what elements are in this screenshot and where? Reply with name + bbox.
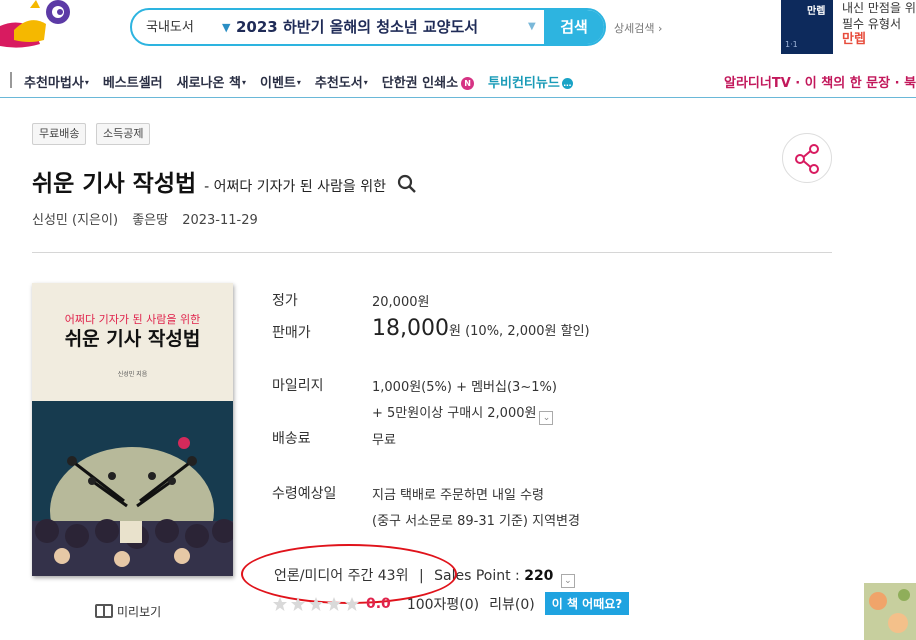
search-button[interactable]: 검색 — [544, 10, 604, 44]
ad-book-image[interactable]: 만렙 1·1 — [781, 0, 833, 54]
list-price-label: 정가 — [272, 293, 298, 309]
nav-right-links[interactable]: 알라디너TV · 이 책의 한 문장 · 북 — [724, 72, 916, 91]
delivery-line-2[interactable]: (중구 서소문로 89-31 기준) 지역변경 — [372, 510, 580, 529]
sales-point-value: 220 — [524, 568, 554, 584]
more-badge: … — [561, 78, 573, 89]
sale-price: 18,000 — [372, 316, 449, 341]
mileage-label: 마일리지 — [272, 378, 324, 394]
delivery-label: 수령예상일 — [272, 486, 337, 502]
short-review-link[interactable]: 100자평(0) — [407, 594, 479, 614]
book-meta: 신성민 (지은이) 좋은땅 2023-11-29 — [32, 209, 268, 228]
star-icon — [345, 596, 359, 611]
nav-item-new-books[interactable]: 새로나온 책▾ — [177, 72, 246, 91]
tag-tax-deduction: 소득공제 — [96, 123, 151, 145]
nav-item-recommend-wizard[interactable]: 추천마법사▾ — [24, 72, 89, 91]
star-icon — [327, 596, 341, 611]
book-author-link[interactable]: 신성민 (지은이) — [32, 213, 118, 228]
shipping-value: 무료 — [372, 433, 396, 448]
cover-illustration — [32, 401, 233, 576]
main-nav: 추천마법사▾ 베스트셀러 새로나온 책▾ 이벤트▾ 추천도서▾ 단한권 인쇄소 N… — [0, 60, 916, 98]
share-icon — [795, 144, 819, 174]
ad-line-1: 내신 만점을 위한 — [842, 1, 916, 15]
star-icon — [291, 596, 305, 611]
book-cover[interactable]: 어쩌다 기자가 된 사람을 위한 쉬운 기사 작성법 신성민 지음 — [32, 283, 233, 576]
preview-link[interactable]: 미리보기 — [95, 603, 161, 620]
chevron-down-icon[interactable]: ⌄ — [539, 411, 554, 425]
search-icon[interactable] — [397, 174, 417, 194]
nav-divider — [10, 72, 12, 88]
book-subtitle: - 어쩌다 기자가 된 사람을 위한 — [204, 179, 387, 195]
sale-price-label: 판매가 — [272, 325, 311, 341]
delivery-line-1: 지금 택배로 주문하면 내일 수령 — [372, 488, 545, 503]
search-bar: 국내도서 ▼ 2023 하반기 올해의 청소년 교양도서 ▼ 검색 — [130, 8, 606, 46]
nav-item-tobecontinued[interactable]: 투비컨티뉴드… — [488, 72, 573, 91]
share-button[interactable] — [782, 133, 832, 183]
chevron-down-icon: ▼ — [222, 21, 231, 34]
search-category-label: 국내도서 — [146, 20, 194, 35]
book-publisher-link[interactable]: 좋은땅 — [132, 213, 168, 228]
ad-banner-text[interactable]: 내신 만점을 위한 필수 유형서 만렙 — [842, 0, 916, 48]
rating-row: 0.0 100자평(0) 리뷰(0) 이 책 어때요? — [272, 592, 630, 615]
search-category-select[interactable]: 국내도서 ▼ — [146, 10, 236, 44]
ad-line-3: 만렙 — [842, 32, 866, 47]
nav-item-print-shop[interactable]: 단한권 인쇄소 N — [382, 72, 475, 91]
nav-item-bestseller[interactable]: 베스트셀러 — [103, 72, 163, 91]
nav-item-events[interactable]: 이벤트▾ — [260, 72, 301, 91]
nav-item-recommended-books[interactable]: 추천도서▾ — [315, 72, 368, 91]
mileage-line-1: 1,000원(5%) + 멤버십(3~1%) — [372, 380, 557, 395]
book-open-icon — [95, 604, 113, 618]
book-publish-date: 2023-11-29 — [182, 213, 258, 228]
book-title-main: 쉬운 기사 작성법 — [32, 171, 197, 197]
ad-book-label: 만렙 — [807, 6, 826, 17]
shipping-label: 배송료 — [272, 431, 311, 447]
chevron-down-icon[interactable]: ⌄ — [560, 574, 575, 588]
sale-price-block: 18,000원 (10%, 2,000원 할인) — [372, 316, 590, 341]
aladin-logo[interactable] — [0, 0, 80, 52]
ad-line-2: 필수 유형서 — [842, 17, 902, 31]
sale-price-unit: 원 — [448, 324, 461, 339]
side-ad-image[interactable] — [864, 583, 916, 640]
flower-image — [869, 589, 910, 633]
write-review-button[interactable]: 이 책 어때요? — [544, 592, 630, 615]
rating-score: 0.0 — [366, 595, 391, 612]
book-title: 쉬운 기사 작성법 - 어쩌다 기자가 된 사람을 위한 — [32, 164, 417, 198]
cover-author: 신성민 지음 — [117, 371, 148, 378]
new-badge: N — [461, 77, 475, 90]
mileage-line-2-text: + 5만원이상 구매시 2,000원 — [372, 406, 537, 421]
preview-label: 미리보기 — [117, 605, 162, 619]
advanced-search-link[interactable]: 상세검색 › — [614, 20, 662, 36]
list-price: 20,000원 — [372, 295, 430, 310]
mileage-line-2: + 5만원이상 구매시 2,000원 ⌄ — [372, 402, 554, 425]
cover-title: 쉬운 기사 작성법 — [64, 328, 201, 350]
review-link[interactable]: 리뷰(0) — [489, 594, 535, 614]
search-dropdown-icon[interactable]: ▼ — [528, 10, 536, 44]
search-input[interactable]: 2023 하반기 올해의 청소년 교양도서 — [236, 10, 526, 44]
divider — [32, 252, 832, 253]
sale-discount-note: (10%, 2,000원 할인) — [465, 324, 590, 339]
star-icon — [309, 596, 323, 611]
star-icon — [273, 596, 287, 611]
tag-free-shipping: 무료배송 — [32, 123, 87, 145]
ad-book-mark: 1·1 — [785, 40, 798, 49]
